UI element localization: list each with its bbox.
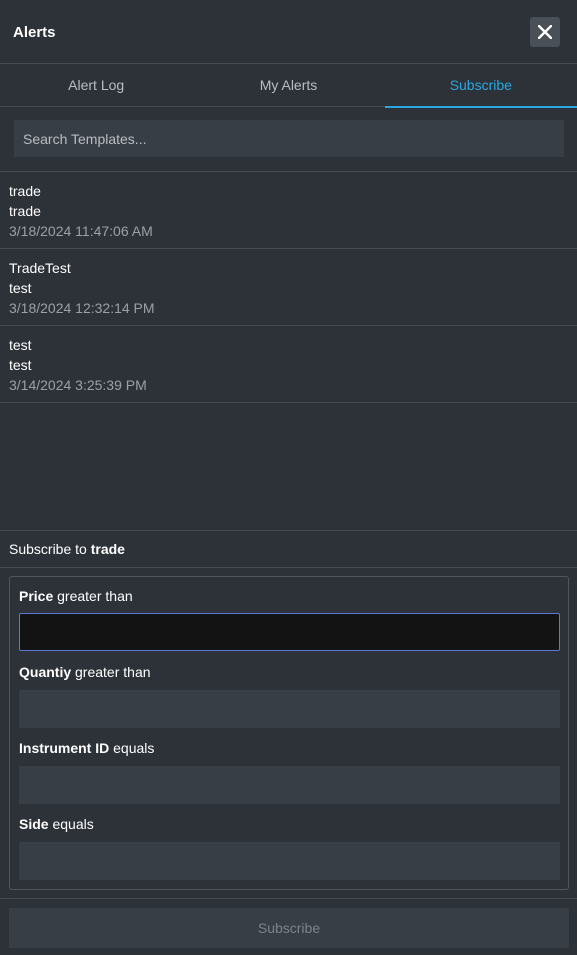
side-label: Side equals: [19, 816, 94, 832]
instrument-id-input[interactable]: [19, 766, 560, 804]
field-operator: greater than: [75, 664, 151, 680]
subscribe-template-name: trade: [90, 541, 125, 557]
close-button[interactable]: [530, 17, 560, 47]
template-name: TradeTest: [9, 260, 71, 276]
template-name: trade: [9, 183, 41, 199]
tab-subscribe[interactable]: Subscribe: [384, 65, 577, 108]
template-item-trade[interactable]: trade trade 3/18/2024 11:47:06 AM: [0, 172, 577, 249]
template-timestamp: 3/18/2024 11:47:06 AM: [9, 223, 153, 239]
panel-header: Alerts: [0, 0, 577, 64]
template-name: test: [9, 337, 32, 353]
subscribe-heading-prefix: Subscribe to: [9, 541, 87, 557]
field-operator: greater than: [57, 588, 133, 604]
tab-bar: Alert Log My Alerts Subscribe: [0, 65, 577, 108]
template-description: trade: [9, 203, 41, 219]
quantity-input[interactable]: [19, 690, 560, 728]
form-footer: Subscribe: [0, 898, 577, 955]
search-templates-input[interactable]: [14, 120, 564, 157]
subscribe-heading: Subscribe to trade: [0, 530, 577, 568]
side-input[interactable]: [19, 842, 560, 880]
template-timestamp: 3/14/2024 3:25:39 PM: [9, 377, 147, 393]
field-operator: equals: [113, 740, 155, 756]
field-name: Side: [19, 816, 49, 832]
field-name: Price: [19, 588, 54, 604]
template-item-test[interactable]: test test 3/14/2024 3:25:39 PM: [0, 326, 577, 403]
panel-title: Alerts: [13, 24, 56, 41]
field-operator: equals: [52, 816, 94, 832]
criteria-form: Price greater than Quantiy greater than …: [9, 576, 569, 890]
field-name: Quantiy: [19, 664, 72, 680]
search-area: [0, 107, 577, 172]
alerts-panel: Alerts Alert Log My Alerts Subscribe tra…: [0, 0, 577, 955]
template-item-tradetest[interactable]: TradeTest test 3/18/2024 12:32:14 PM: [0, 249, 577, 326]
tab-my-alerts[interactable]: My Alerts: [192, 65, 384, 107]
field-name: Instrument ID: [19, 740, 110, 756]
template-description: test: [9, 280, 32, 296]
template-timestamp: 3/18/2024 12:32:14 PM: [9, 300, 155, 316]
tab-alert-log[interactable]: Alert Log: [0, 65, 192, 107]
template-list: trade trade 3/18/2024 11:47:06 AM TradeT…: [0, 172, 577, 403]
instrument-id-label: Instrument ID equals: [19, 740, 154, 756]
quantity-label: Quantiy greater than: [19, 664, 151, 680]
close-icon: [538, 25, 552, 39]
template-description: test: [9, 357, 32, 373]
price-input[interactable]: [19, 613, 560, 651]
price-label: Price greater than: [19, 588, 133, 604]
subscribe-button[interactable]: Subscribe: [9, 908, 569, 948]
